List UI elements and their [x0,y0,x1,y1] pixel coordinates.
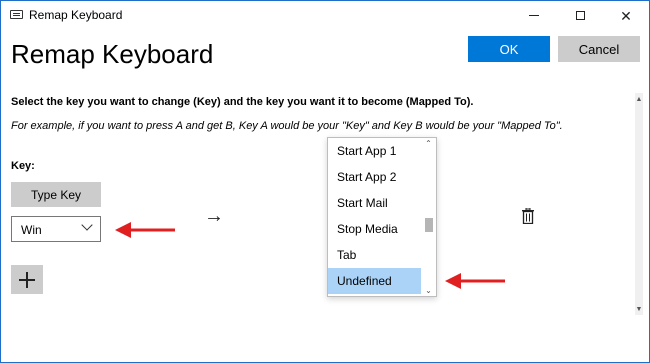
right-arrow-icon: → [204,205,224,227]
scroll-down-icon[interactable]: ▼ [635,303,643,315]
page-scrollbar[interactable]: ▲ ▼ [635,93,643,315]
ok-button[interactable]: OK [468,36,550,62]
dropdown-item[interactable]: Start Mail [328,190,421,216]
scroll-thumb[interactable] [425,218,433,232]
annotation-arrow-icon [115,222,175,238]
scroll-down-icon[interactable]: ⌄ [424,286,433,295]
annotation-arrow-icon [445,273,505,289]
page-title: Remap Keyboard [11,39,214,69]
instructions-text: Select the key you want to change (Key) … [11,96,474,108]
dropdown-item[interactable]: Start App 2 [328,164,421,190]
keyboard-icon [10,10,23,19]
dropdown-item-selected[interactable]: Undefined [328,268,421,294]
minimize-button[interactable] [511,1,557,30]
add-mapping-button[interactable] [11,265,43,294]
remap-keyboard-window: Remap Keyboard ✕ Remap Keyboard OK Cance… [0,0,650,363]
dropdown-scrollbar[interactable]: ⌃ ⌄ [421,138,436,296]
close-icon: ✕ [620,7,632,24]
key-select-value: Win [21,223,42,237]
trash-icon[interactable] [521,207,535,229]
dropdown-item[interactable]: Start App 1 [328,138,421,164]
type-key-button[interactable]: Type Key [11,182,101,207]
mapped-to-dropdown-list[interactable]: Start App 1 Start App 2 Start Mail Stop … [327,137,437,297]
dropdown-item[interactable]: Stop Media [328,216,421,242]
key-label: Key: [11,160,35,172]
maximize-icon [575,11,585,20]
chevron-down-icon [81,219,93,231]
scroll-up-icon[interactable]: ⌃ [424,139,433,148]
plus-icon-vertical [26,271,28,288]
dropdown-item[interactable]: Tab [328,242,421,268]
window-title: Remap Keyboard [29,8,123,22]
scroll-up-icon[interactable]: ▲ [635,93,643,105]
key-select[interactable]: Win [11,216,101,242]
example-text: For example, if you want to press A and … [11,120,563,132]
cancel-button[interactable]: Cancel [558,36,640,62]
title-bar: Remap Keyboard ✕ [1,1,649,30]
close-button[interactable]: ✕ [603,1,649,30]
maximize-button[interactable] [557,1,603,30]
minimize-icon [529,15,539,16]
